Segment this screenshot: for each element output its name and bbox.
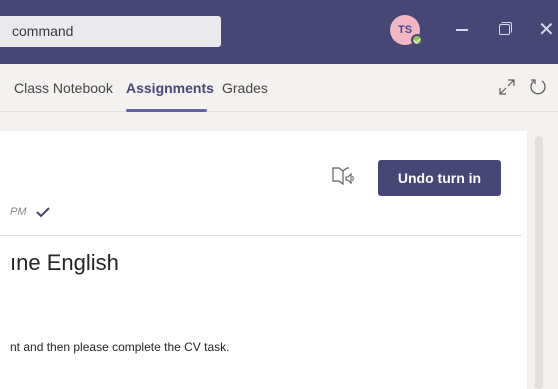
divider [0, 235, 522, 236]
close-button[interactable]: ✕ [534, 18, 558, 42]
maximize-button[interactable] [492, 18, 516, 42]
checkmark-icon [36, 207, 50, 218]
presence-available-icon [411, 34, 423, 46]
tab-assignments[interactable]: Assignments [126, 80, 214, 96]
close-icon: ✕ [538, 19, 555, 41]
immersive-reader-icon[interactable] [331, 166, 355, 188]
scrollbar[interactable] [535, 136, 543, 389]
tab-bar: Class Notebook Assignments Grades [0, 64, 558, 112]
assignment-title: ıne English [10, 250, 119, 275]
active-tab-indicator [126, 109, 207, 112]
submission-time: PM [10, 206, 27, 218]
tab-grades[interactable]: Grades [222, 80, 268, 96]
search-input[interactable]: command [0, 16, 221, 47]
title-bar: command TS ✕ [0, 0, 558, 64]
minimize-icon [456, 29, 468, 31]
search-input-value: command [12, 23, 74, 39]
refresh-icon[interactable] [528, 77, 548, 97]
tab-class-notebook[interactable]: Class Notebook [14, 80, 113, 96]
minimize-button[interactable] [450, 18, 474, 42]
expand-icon[interactable] [498, 78, 516, 96]
assignment-instructions: nt and then please complete the CV task. [10, 340, 230, 354]
undo-turn-in-button[interactable]: Undo turn in [378, 160, 501, 196]
